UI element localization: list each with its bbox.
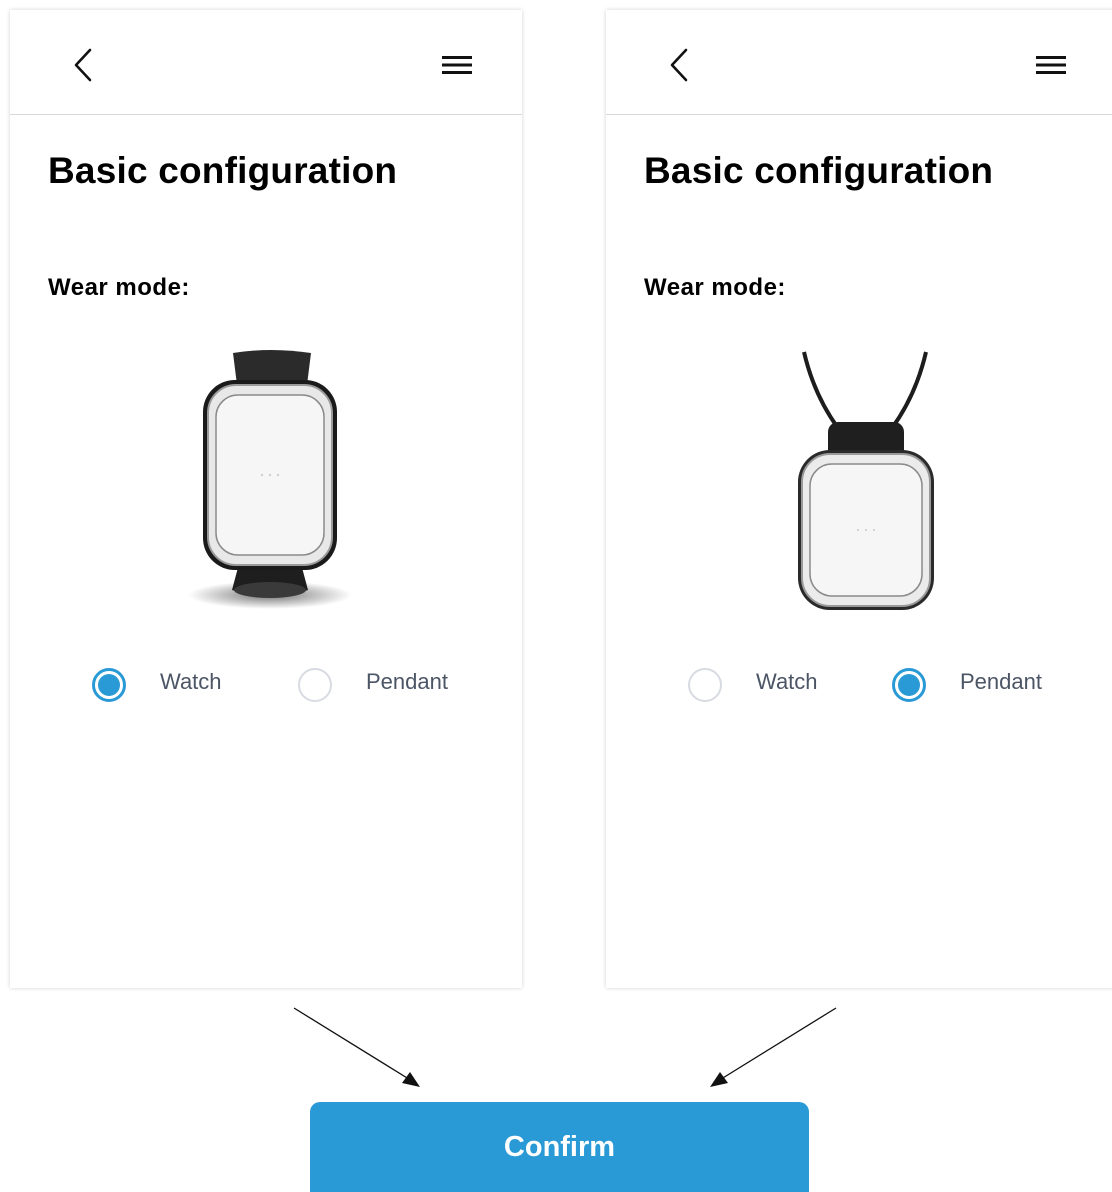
pendant-device-image — [798, 351, 934, 610]
hamburger-menu-icon[interactable] — [442, 54, 472, 76]
screen-pendant-selected: Basic configuration Wear mode: Watch Pen… — [606, 10, 1112, 988]
radio-button-checked[interactable] — [892, 668, 926, 702]
page-title: Basic configuration — [48, 150, 398, 191]
radio-button-unchecked[interactable] — [298, 668, 332, 702]
wear-mode-label: Wear mode: — [48, 274, 190, 301]
screen-watch-selected: Basic configuration Wear mode: Watch Pen… — [10, 10, 522, 988]
wear-mode-label: Wear mode: — [644, 274, 786, 301]
top-bar — [10, 10, 522, 115]
radio-button-checked[interactable] — [92, 668, 126, 702]
page-title: Basic configuration — [644, 150, 994, 191]
hamburger-menu-icon[interactable] — [1036, 54, 1066, 76]
radio-label-watch: Watch — [756, 669, 818, 694]
arrow-left-to-confirm — [293, 1007, 420, 1087]
chevron-left-icon[interactable] — [664, 46, 694, 84]
radio-label-pendant: Pendant — [366, 669, 448, 694]
chevron-left-icon[interactable] — [68, 46, 98, 84]
confirm-button[interactable]: Confirm — [310, 1102, 809, 1192]
radio-button-unchecked[interactable] — [688, 668, 722, 702]
radio-label-pendant: Pendant — [960, 669, 1042, 694]
radio-dot — [898, 674, 920, 696]
arrow-right-to-confirm — [710, 1007, 837, 1087]
watch-device-image — [188, 350, 352, 609]
radio-dot — [98, 674, 120, 696]
radio-label-watch: Watch — [160, 669, 222, 694]
top-bar — [606, 10, 1112, 115]
